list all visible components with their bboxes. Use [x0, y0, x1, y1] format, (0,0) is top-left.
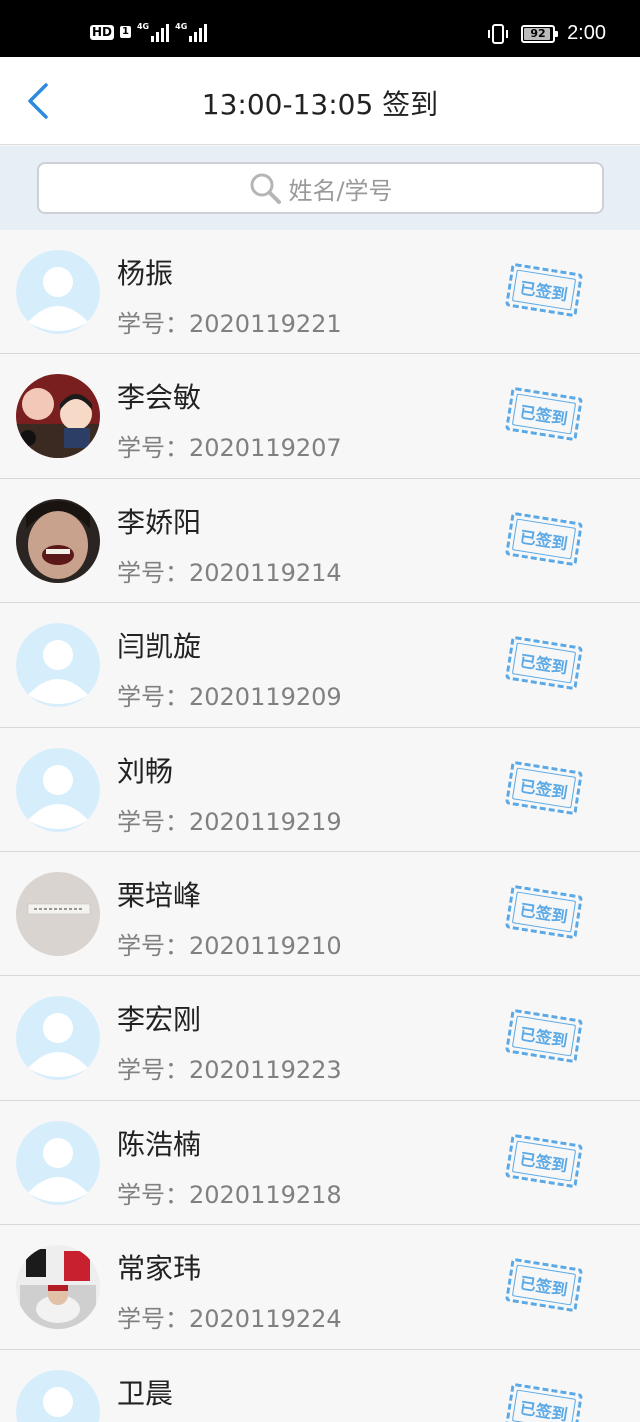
avatar — [16, 250, 100, 334]
signed-in-stamp: 已签到 — [505, 1257, 583, 1313]
student-id: 学号：2020119210 — [117, 931, 342, 960]
list-item[interactable]: 李娇阳学号：2020119214 已签到 — [0, 478, 640, 604]
status-right: 92 2:00 — [487, 22, 606, 45]
battery-level: 92 — [530, 27, 546, 40]
hd-icon: HD — [90, 24, 115, 40]
stamp-label: 已签到 — [518, 1024, 569, 1051]
avatar — [16, 1369, 100, 1422]
network-type-1: 4G — [136, 22, 150, 31]
list-item[interactable]: 杨振学号：2020119221 已签到 — [0, 230, 640, 355]
search-input[interactable]: 姓名/学号 — [37, 162, 604, 214]
signed-in-stamp: 已签到 — [505, 884, 583, 940]
signed-in-stamp: 已签到 — [505, 511, 583, 567]
avatar — [16, 747, 100, 832]
student-id: 学号：2020119221 — [117, 310, 342, 338]
student-name: 李娇阳 — [117, 505, 202, 539]
vibrate-icon — [488, 23, 509, 44]
page-title: 13:00-13:05 签到 — [201, 88, 439, 121]
sim-slot-icon: 1 — [120, 26, 131, 38]
signed-in-stamp: 已签到 — [505, 760, 583, 815]
stamp-label: 已签到 — [518, 527, 569, 554]
student-name: 栗培峰 — [117, 878, 202, 912]
stamp-label: 已签到 — [518, 1273, 569, 1300]
student-name: 闫凯旋 — [117, 630, 202, 664]
student-id: 学号：2020119224 — [117, 1305, 342, 1334]
list-item[interactable]: 闫凯旋学号：2020119209 已签到 — [0, 603, 640, 728]
stamp-label: 已签到 — [518, 402, 569, 430]
signed-in-stamp: 已签到 — [505, 1133, 583, 1189]
avatar — [16, 1120, 100, 1205]
clock: 2:00 — [567, 22, 606, 44]
student-name: 常家玮 — [117, 1252, 202, 1286]
student-id: 学号：2020119223 — [117, 1056, 342, 1085]
list-item[interactable]: 栗培峰学号：2020119210 已签到 — [0, 851, 640, 977]
search-placeholder: 姓名/学号 — [288, 176, 393, 205]
avatar — [16, 374, 100, 459]
stamp-label: 已签到 — [518, 1397, 569, 1422]
student-name: 陈浩楠 — [117, 1127, 202, 1161]
stamp-label: 已签到 — [518, 775, 569, 803]
student-id: 学号：2020119209 — [117, 683, 342, 712]
network-type-2: 4G — [175, 22, 188, 31]
stamp-label: 已签到 — [518, 1149, 569, 1176]
avatar — [16, 1245, 100, 1330]
signed-in-stamp: 已签到 — [505, 1382, 583, 1422]
avatar — [16, 498, 100, 583]
search-icon — [250, 173, 282, 204]
student-id: 学号：2020119218 — [117, 1180, 342, 1209]
stamp-label: 已签到 — [518, 278, 569, 305]
stamp-label: 已签到 — [518, 900, 569, 927]
status-bar: HD 1 4G 4G 92 2:00 — [0, 0, 640, 57]
list-item[interactable]: 常家玮学号：2020119224 已签到 — [0, 1225, 640, 1350]
battery-icon: 92 — [521, 24, 559, 43]
signal-icon: 4G — [136, 22, 170, 42]
signal-icon: 4G — [175, 22, 208, 42]
stamp-label: 已签到 — [518, 651, 569, 678]
student-name: 卫晨 — [117, 1376, 174, 1410]
list-item[interactable]: 刘畅学号：2020119219 已签到 — [0, 727, 640, 852]
avatar — [16, 623, 100, 708]
list-item[interactable]: 李宏刚学号：2020119223 已签到 — [0, 976, 640, 1101]
avatar — [16, 871, 100, 956]
avatar — [16, 996, 100, 1081]
student-id: 学号：2020119207 — [117, 434, 342, 463]
student-id: 学号：2020119214 — [117, 558, 342, 587]
student-name: 刘畅 — [117, 754, 174, 788]
status-left: HD 1 4G 4G — [90, 22, 208, 42]
signed-in-stamp: 已签到 — [505, 635, 583, 691]
signed-in-stamp: 已签到 — [505, 1008, 583, 1064]
student-name: 杨振 — [117, 257, 174, 290]
list-item[interactable]: 李会敏学号：2020119207 已签到 — [0, 354, 640, 479]
student-id: 学号：2020119219 — [117, 807, 342, 836]
signed-in-stamp: 已签到 — [505, 387, 583, 442]
list-item[interactable]: 卫晨已签到 — [0, 1349, 640, 1422]
student-name: 李宏刚 — [117, 1003, 202, 1037]
signed-in-stamp: 已签到 — [505, 262, 583, 318]
search-bar-container: 姓名/学号 — [0, 146, 640, 230]
list-item[interactable]: 陈浩楠学号：2020119218 已签到 — [0, 1100, 640, 1226]
student-list: 杨振 学号：2020119221 已签到 李会敏 学号：2020119207 已签到 李娇阳… — [0, 230, 640, 1422]
nav-header: 13:00-13:05 签到 — [0, 57, 640, 145]
student-name: 李会敏 — [117, 381, 202, 415]
